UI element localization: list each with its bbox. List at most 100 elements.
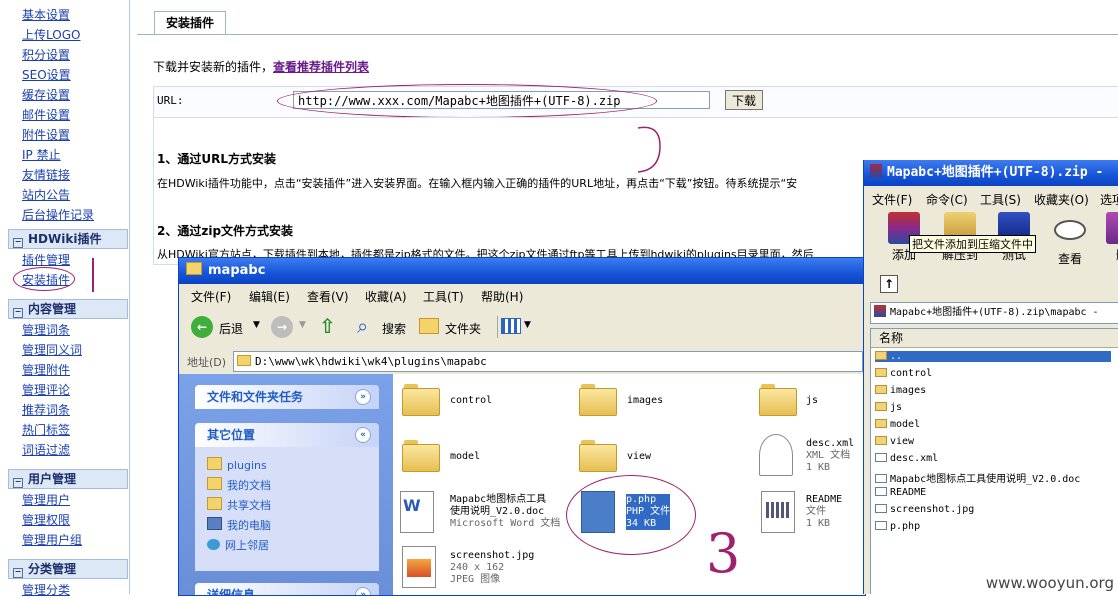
nav-manage-comments[interactable]: 管理评论 [22,381,70,398]
nav-section-content[interactable]: − 内容管理 [8,299,128,319]
rar-delete-button[interactable]: 删 [1100,212,1118,264]
menu-favorites[interactable]: 收藏(A) [365,288,407,305]
menu-tools[interactable]: 工具(T) [423,288,464,305]
up-level-icon[interactable]: ↑ [880,275,898,293]
nav-section-hdwiki[interactable]: − HDWiki插件 [8,229,128,249]
folder-model-label[interactable]: model [450,451,480,462]
menu-file[interactable]: 文件(F) [191,288,231,305]
file-tasks-header[interactable]: 文件和文件夹任务 » [195,385,379,409]
image-file-icon[interactable] [402,546,436,588]
archive-path[interactable]: Mapabc+地图插件+(UTF-8).zip\mapabc - [870,302,1118,324]
nav-manage-permissions[interactable]: 管理权限 [22,511,70,528]
nav-mail-settings[interactable]: 邮件设置 [22,106,70,123]
archive-item-parent[interactable]: .. [875,351,1111,362]
nav-friend-links[interactable]: 友情链接 [22,166,70,183]
nav-basic-settings[interactable]: 基本设置 [22,6,70,23]
search-button-label[interactable]: 搜索 [382,320,406,337]
nav-section-users[interactable]: − 用户管理 [8,469,128,489]
file-desc[interactable]: desc.xml XML 文档 1 KB [806,438,854,474]
views-icon[interactable] [501,318,521,334]
nav-credit-settings[interactable]: 积分设置 [22,46,70,63]
archive-item[interactable]: model [875,419,920,430]
menu-help[interactable]: 帮助(H) [481,288,523,305]
address-input[interactable]: D:\www\wk\hdwiki\wk4\plugins\mapabc [233,351,863,372]
menu-view[interactable]: 查看(V) [307,288,349,305]
nav-word-filter[interactable]: 词语过滤 [22,441,70,458]
recommended-plugins-link[interactable]: 查看推荐插件列表 [273,60,369,74]
rar-menu-options[interactable]: 选项 [1100,191,1118,208]
back-button-label[interactable]: 后退 [219,320,243,337]
chevron-down-icon[interactable]: » [355,587,371,595]
nav-manage-categories[interactable]: 管理分类 [22,581,70,598]
nav-manage-entries[interactable]: 管理词条 [22,321,70,338]
folder-view-label[interactable]: view [627,451,651,462]
nav-hot-tags[interactable]: 热门标签 [22,421,70,438]
archive-item[interactable]: view [875,436,914,447]
archive-item[interactable]: js [875,402,902,413]
folder-icon[interactable] [402,440,440,472]
nav-manage-synonyms[interactable]: 管理同义词 [22,341,82,358]
nav-manage-attachments[interactable]: 管理附件 [22,361,70,378]
nav-manage-users[interactable]: 管理用户 [22,491,70,508]
folder-control-label[interactable]: control [450,395,492,406]
archive-item[interactable]: Mapabc地图标点工具使用说明_V2.0.doc [875,470,1080,485]
rar-menu-favorites[interactable]: 收藏夹(O) [1034,191,1089,208]
place-my-computer[interactable]: 我的电脑 [207,517,271,533]
xml-file-icon[interactable] [759,434,793,476]
folder-icon[interactable] [402,384,440,416]
folder-icon[interactable] [579,384,617,416]
archive-item[interactable]: screenshot.jpg [875,504,974,515]
menu-edit[interactable]: 编辑(E) [249,288,290,305]
place-shared-documents[interactable]: 共享文档 [207,497,271,513]
folders-button-label[interactable]: 文件夹 [445,320,481,337]
place-my-documents[interactable]: 我的文档 [207,477,271,493]
file-screenshot[interactable]: screenshot.jpg 240 x 162 JPEG 图像 [450,550,534,586]
nav-announcements[interactable]: 站内公告 [22,186,70,203]
details-header[interactable]: 详细信息 » [195,583,379,595]
chevron-down-icon[interactable]: » [355,389,371,405]
forward-arrow-icon[interactable]: → [271,316,293,338]
archive-item[interactable]: README [875,487,926,498]
back-arrow-icon[interactable]: ← [191,316,213,338]
nav-recommended-entries[interactable]: 推荐词条 [22,401,70,418]
other-places-header[interactable]: 其它位置 « [195,423,379,447]
nav-ip-ban[interactable]: IP 禁止 [22,146,61,163]
archive-item[interactable]: desc.xml [875,453,938,464]
rar-menu-commands[interactable]: 命令(C) [926,191,968,208]
readme-file-icon[interactable] [761,491,795,533]
archive-item[interactable]: control [875,368,932,379]
folder-icon[interactable] [579,440,617,472]
file-doc[interactable]: Mapabc地图标点工具 使用说明_V2.0.doc Microsoft Wor… [450,494,560,530]
nav-seo-settings[interactable]: SEO设置 [22,66,71,83]
rar-menu-tools[interactable]: 工具(S) [980,191,1021,208]
nav-section-categories[interactable]: − 分类管理 [8,559,128,579]
views-dropdown-icon[interactable]: ▼ [524,320,531,330]
winrar-titlebar[interactable]: Mapabc+地图插件+(UTF-8).zip - [864,160,1118,186]
archive-item[interactable]: images [875,385,926,396]
nav-upload-logo[interactable]: 上传LOGO [22,26,80,43]
archive-item[interactable]: p.php [875,521,920,532]
rar-view-button[interactable]: 查看 [1048,212,1092,266]
tab-install-plugin[interactable]: 安装插件 [154,11,226,34]
search-icon[interactable]: ⌕ [357,314,368,338]
nav-cache-settings[interactable]: 缓存设置 [22,86,70,103]
folder-images-label[interactable]: images [627,395,663,406]
chevron-up-icon[interactable]: « [355,427,371,443]
place-network[interactable]: 网上邻居 [207,537,269,553]
place-plugins[interactable]: plugins [207,457,267,472]
nav-plugin-manage[interactable]: 插件管理 [22,251,70,268]
column-name-header[interactable]: 名称 [871,329,1118,348]
folder-js-label[interactable]: js [806,395,818,406]
folders-icon[interactable] [419,318,439,334]
nav-attachment-settings[interactable]: 附件设置 [22,126,70,143]
download-button[interactable]: 下载 [725,90,763,110]
up-folder-icon[interactable]: ⇧ [319,314,341,338]
folder-icon[interactable] [759,384,797,416]
back-dropdown-icon[interactable]: ▼ [253,320,260,330]
file-readme[interactable]: README 文件 1 KB [806,494,842,530]
forward-dropdown-icon[interactable]: ▼ [299,320,306,330]
nav-admin-log[interactable]: 后台操作记录 [22,206,94,223]
word-file-icon[interactable]: W [400,491,434,533]
rar-menu-file[interactable]: 文件(F) [872,191,912,208]
explorer-titlebar[interactable]: mapabc [179,258,865,284]
